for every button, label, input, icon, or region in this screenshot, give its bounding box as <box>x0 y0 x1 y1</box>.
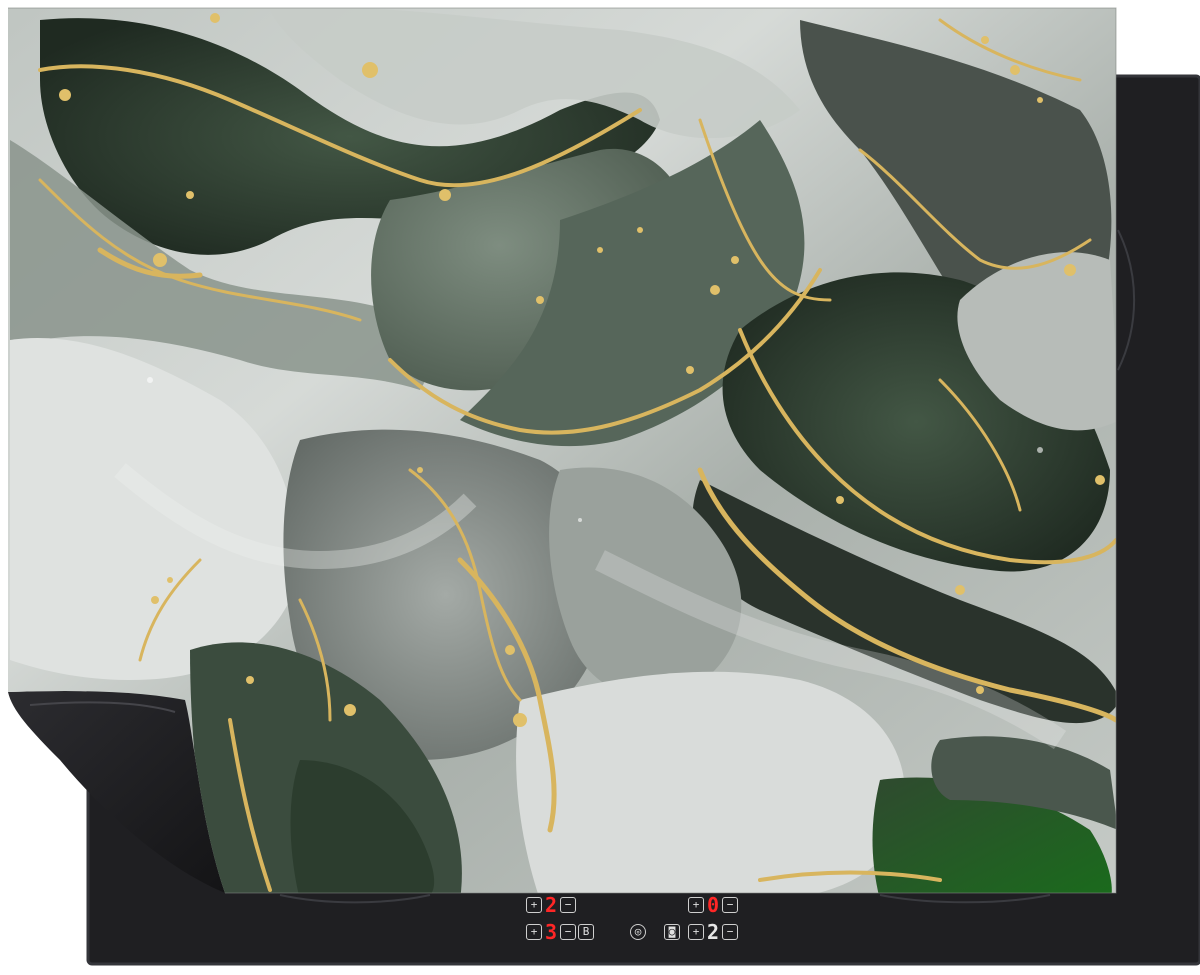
zone-right-top: + 0 − <box>688 895 738 915</box>
zone-left-bottom-level: 3 <box>544 920 558 944</box>
zone-left-bottom: + 3 − B <box>526 922 594 942</box>
power-icon[interactable]: ◎ <box>630 924 646 940</box>
zone-right-bottom-minus-button[interactable]: + <box>688 924 704 940</box>
zone-right-bottom: + 2 − <box>688 922 738 942</box>
lock-icon[interactable]: ◙ <box>664 924 680 940</box>
zone-left-top-plus-button[interactable]: − <box>560 897 576 913</box>
zone-left-top-minus-button[interactable]: + <box>526 897 542 913</box>
center-controls: ◎ ◙ <box>630 922 680 942</box>
zone-left-bottom-minus-button[interactable]: + <box>526 924 542 940</box>
zone-right-top-level: 0 <box>706 893 720 917</box>
zone-right-top-plus-button[interactable]: − <box>722 897 738 913</box>
zone-right-top-minus-button[interactable]: + <box>688 897 704 913</box>
boost-button[interactable]: B <box>578 924 594 940</box>
zone-left-top-level: 2 <box>544 893 558 917</box>
zone-right-bottom-level: 2 <box>706 920 720 944</box>
zone-left-top: + 2 − <box>526 895 576 915</box>
cooktop-scene <box>8 7 1200 966</box>
zone-right-bottom-plus-button[interactable]: − <box>722 924 738 940</box>
zone-left-bottom-plus-button[interactable]: − <box>560 924 576 940</box>
